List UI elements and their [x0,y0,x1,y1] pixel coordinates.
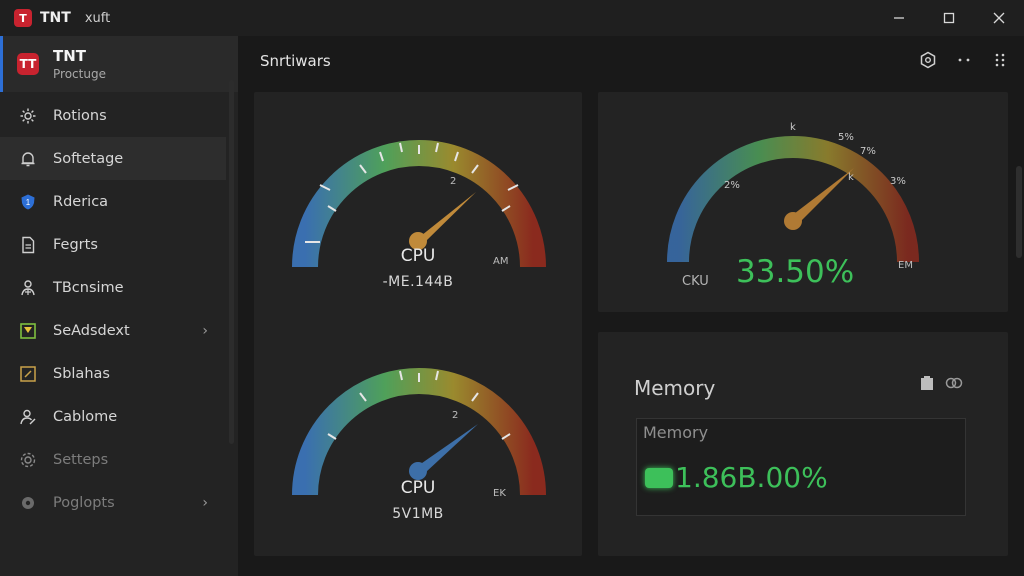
maximize-button[interactable] [924,0,974,36]
sidebar-item-7[interactable]: Cablome [0,395,226,438]
sidebar-item-label: Cablome [53,408,118,425]
brand-subtitle: Proctuge [53,67,106,81]
bell-icon [18,149,38,169]
user-edit-icon [18,407,38,427]
tick-label: 5% [838,132,854,143]
sidebar-item-label: TBcnsime [53,279,124,296]
tick-label: 2% [724,180,740,191]
cpu-percent-card: 2% k 5% 7% 3% k CKU 33.50% EM [598,92,1008,312]
more-dots-icon [958,58,970,62]
sidebar-item-1[interactable]: Softetage [0,137,226,180]
more-button[interactable] [954,50,974,70]
cpu-label: CPU [400,478,436,498]
cpu-value: -ME.144B [382,274,454,290]
memory-value-row: 1.86B.00% [645,461,828,494]
hexagon-settings-icon [920,51,936,69]
edit-box-icon [18,364,38,384]
shield-icon: 1 [18,192,38,212]
tick-label: 3% [890,176,906,187]
sidebar-item-label: SeAdsdext [53,322,130,339]
gauge-end-label: EM [898,260,913,271]
tick-label: k [848,172,854,183]
memory-title: Memory [634,376,716,400]
memory-chip-icon [645,467,673,488]
sidebar-nav: Rotions Softetage 1 Rderica Fegrts TBcns… [0,94,226,524]
sidebar-item-5[interactable]: SeAdsdext › [0,309,226,352]
settings-icon [18,450,38,470]
hexagon-settings-button[interactable] [918,50,938,70]
memory-sub-label: Memory [643,423,709,442]
sidebar-item-label: Fegrts [53,236,98,253]
window-subtitle: xuft [84,10,111,26]
download-box-icon [18,321,38,341]
cpu-percent-label: CKU [682,274,709,289]
sidebar-item-2[interactable]: 1 Rderica [0,180,226,223]
sidebar-header[interactable]: TT TNT Proctuge [0,36,238,92]
memory-readout: Memory 1.86B.00% [636,418,966,516]
memory-card: Memory Memory 1.86B.00% [598,332,1008,556]
page-title: Snrtiwars [260,52,331,70]
cpu-gauges-card: 2 AM CPU -ME.144B 2 EK CPU 5V1MB [254,92,582,556]
memory-value: 1.86B.00% [675,461,828,494]
cpu-percent-value: 33.50% [736,254,855,290]
title-bar: T TNT xuft [0,0,1024,36]
tick-label: 7% [860,146,876,157]
sidebar-item-0[interactable]: Rotions [0,94,226,137]
cpu-value: 5V1MB [392,506,444,522]
sidebar-item-label: Poglopts [53,494,115,511]
maximize-icon [943,12,955,24]
tick-label: k [790,122,796,133]
user-network-icon [18,278,38,298]
window-controls [874,0,1024,36]
brand-name: TNT [53,47,87,65]
main-content: Snrtiwars 2 AM CPU -ME.144B 2 EK CPU 5V1… [238,36,1024,576]
sidebar: TT TNT Proctuge Rotions Softetage 1 Rder… [0,36,238,576]
cpu-label: CPU [400,246,436,266]
chevron-right-icon: › [202,494,208,511]
close-icon [993,12,1005,24]
sidebar-item-label: Rotions [53,107,107,124]
document-icon [18,235,38,255]
gear-icon [18,106,38,126]
memory-actions [918,374,964,396]
cpu-gauge-bottom [292,368,546,496]
minimize-button[interactable] [874,0,924,36]
gear-filled-icon [18,493,38,513]
sidebar-item-6[interactable]: Sblahas [0,352,226,395]
link-icon[interactable] [944,374,964,396]
sidebar-item-3[interactable]: Fegrts [0,223,226,266]
sidebar-item-9[interactable]: Poglopts › [0,481,226,524]
sidebar-item-label: Sblahas [53,365,110,382]
app-title: TNT [40,10,71,26]
close-button[interactable] [974,0,1024,36]
toolbar [918,50,1010,70]
chevron-right-icon: › [202,322,208,339]
grid-button[interactable] [990,50,1010,70]
gauge-tick-label: 2 [452,410,459,421]
clipboard-icon[interactable] [918,374,936,396]
gauge-tick-label: 2 [450,176,457,187]
sidebar-item-label: Setteps [53,451,109,468]
svg-text:1: 1 [26,198,31,207]
app-logo-icon: T [14,9,32,27]
main-scrollbar[interactable] [1016,166,1022,258]
grid-dots-icon [995,53,1005,67]
sidebar-item-8[interactable]: Setteps [0,438,226,481]
sidebar-item-label: Softetage [53,150,124,167]
sidebar-item-label: Rderica [53,193,109,210]
minimize-icon [894,17,904,19]
sidebar-scrollbar[interactable] [229,80,234,444]
brand-logo-icon: TT [17,53,39,75]
sidebar-item-4[interactable]: TBcnsime [0,266,226,309]
